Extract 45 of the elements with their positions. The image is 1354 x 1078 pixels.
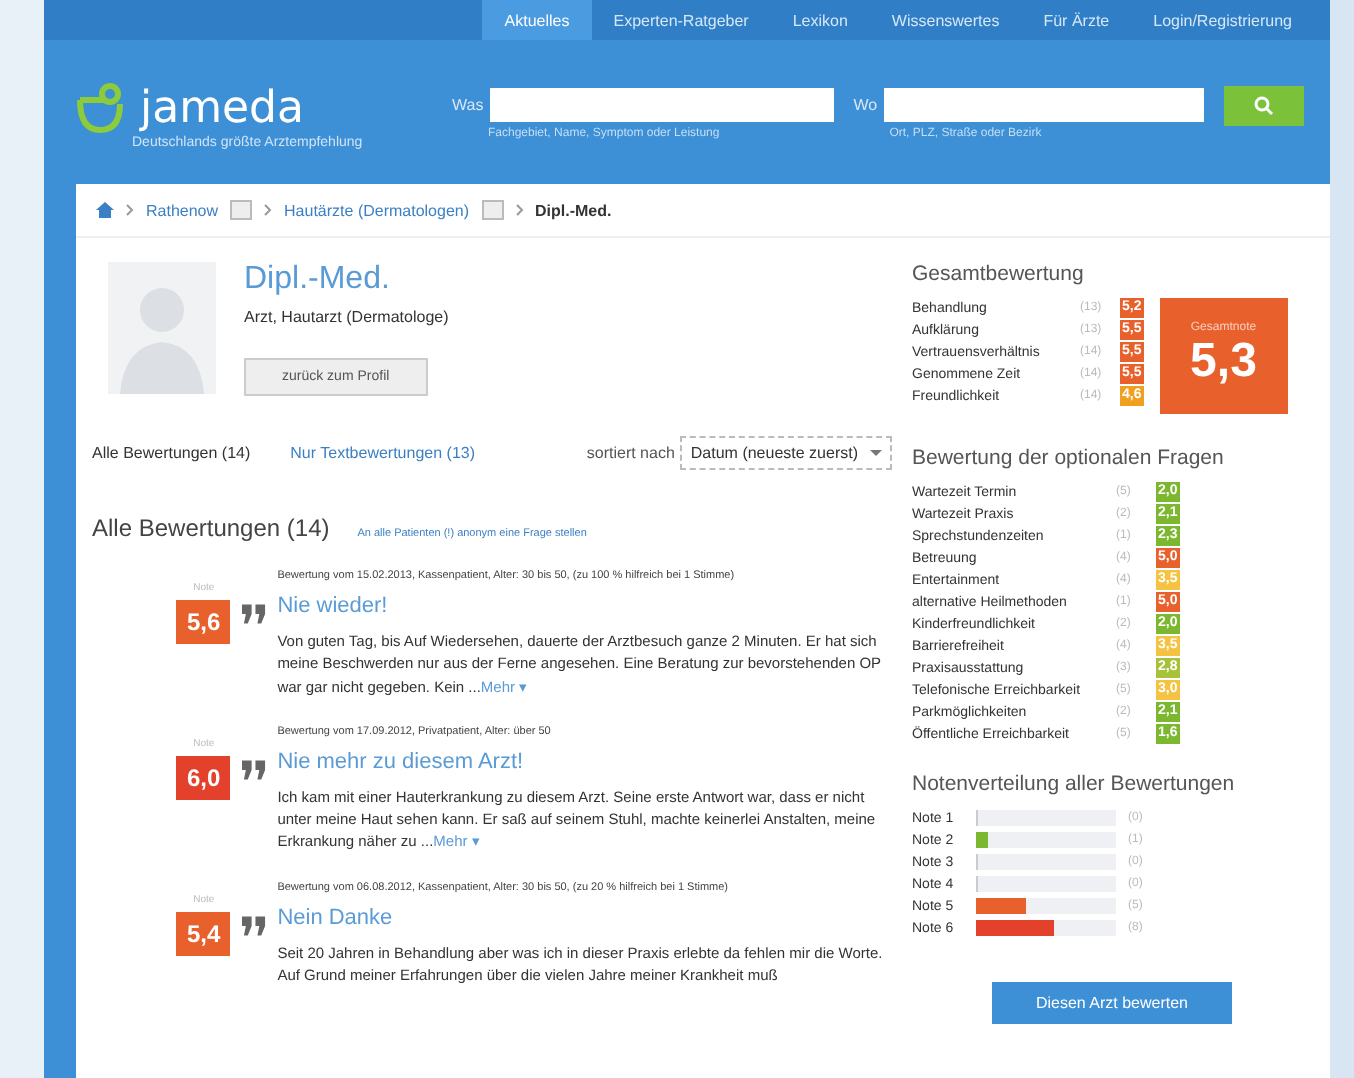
- search-label: Wo: [853, 96, 878, 114]
- reviews-heading: Alle Bewertungen (14): [92, 514, 330, 542]
- review-title: Nie mehr zu diesem Arzt!: [277, 749, 526, 774]
- search-button[interactable]: [1223, 86, 1304, 126]
- search-icon: [1253, 96, 1274, 116]
- grade-badge: 5,4: [176, 911, 231, 955]
- search-label: Was: [452, 96, 484, 114]
- section-heading: Gesamtbewertung: [912, 262, 1086, 286]
- review-title: Nie wieder!: [277, 594, 390, 618]
- quote-icon: [242, 915, 266, 935]
- logo-icon: [72, 80, 128, 136]
- nav-tab[interactable]: Wissenswertes: [869, 0, 1022, 40]
- sort-label: sortiert nach: [586, 444, 675, 462]
- nav-tab[interactable]: Aktuelles: [482, 0, 592, 40]
- quote-icon: [242, 759, 266, 780]
- avatar-silhouette: [108, 262, 216, 394]
- breadcrumb-link[interactable]: Hautärzte (Dermatologen): [284, 201, 470, 219]
- quote-icon: [242, 604, 266, 624]
- home-icon[interactable]: [96, 202, 114, 218]
- sort-select[interactable]: Datum (neueste zuerst): [680, 436, 892, 470]
- chevron-icon: [126, 204, 134, 216]
- nav-tab[interactable]: Für Ärzte: [1021, 0, 1132, 40]
- grade-badge: 5,6: [176, 600, 231, 644]
- filter-tab[interactable]: Nur Textbewertungen (13): [290, 444, 476, 462]
- what-search-field[interactable]: [489, 88, 834, 122]
- where-search-field[interactable]: [883, 88, 1204, 122]
- filter-tab[interactable]: Alle Bewertungen (14): [92, 444, 251, 462]
- breadcrumb-link[interactable]: Rathenow: [146, 201, 219, 219]
- chevron-icon: [264, 204, 273, 216]
- nav-tab[interactable]: Login/Registrierung: [1131, 0, 1314, 40]
- nav-tab[interactable]: Experten-Ratgeber: [591, 0, 771, 40]
- dropdown-icon[interactable]: [481, 200, 504, 220]
- section-heading: Notenverteilung aller Bewertungen: [912, 772, 1237, 796]
- dropdown-icon[interactable]: [230, 200, 253, 220]
- review-title: Nein Danke: [277, 905, 395, 929]
- chevron-icon: [515, 204, 524, 216]
- logo-text: jameda: [140, 83, 305, 133]
- overall-grade: 5,3: [1190, 334, 1257, 390]
- breadcrumb-current: Dipl.-Med.: [535, 201, 612, 219]
- section-heading: Bewertung der optionalen Fragen: [912, 446, 1226, 470]
- doctor-name: Dipl.-Med.: [244, 262, 390, 298]
- rate-doctor-button[interactable]: Diesen Arzt bewerten: [992, 982, 1232, 1024]
- doctor-specialty: Arzt, Hautarzt (Dermatologe): [244, 308, 449, 326]
- nav-tab[interactable]: Lexikon: [770, 0, 870, 40]
- grade-badge: 6,0: [176, 755, 231, 800]
